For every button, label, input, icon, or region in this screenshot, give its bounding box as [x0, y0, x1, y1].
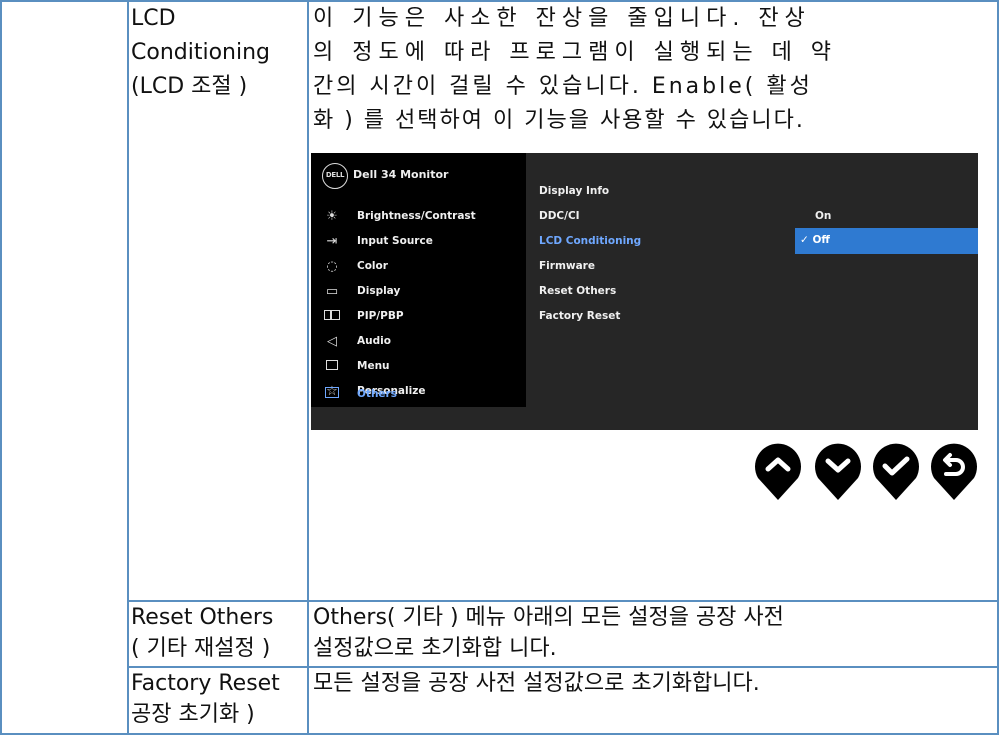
desc-line: 모든 설정을 공장 사전 설정값으로 초기화합니다.: [313, 671, 760, 696]
osd-menu-color[interactable]: ◌ Color: [311, 255, 526, 280]
label-line: (LCD 조절 ): [131, 74, 248, 99]
osd-sub-factory-reset[interactable]: Factory Reset: [539, 310, 620, 322]
confirm-button[interactable]: [870, 442, 922, 502]
chevron-down-icon: [815, 443, 861, 500]
desc-line: Others( 기타 ) 메뉴 아래의 모든 설정을 공장 사전: [313, 605, 784, 630]
osd-model-name: Dell 34 Monitor: [353, 168, 449, 181]
osd-menu-screenshot: DELL Dell 34 Monitor ☀ Brightness/Contra…: [311, 153, 978, 430]
menu-label: PIP/PBP: [357, 310, 404, 322]
table-bottom-border: [0, 733, 999, 735]
audio-speaker-icon: ◁: [327, 334, 337, 349]
brightness-icon: ☀: [326, 209, 338, 224]
osd-main-menu: DELL Dell 34 Monitor ☀ Brightness/Contra…: [311, 153, 526, 407]
label-line: 공장 초기화 ): [131, 702, 255, 727]
osd-menu-brightness[interactable]: ☀ Brightness/Contrast: [311, 205, 526, 230]
row-label-lcd-conditioning: LCD Conditioning (LCD 조절 ): [131, 2, 270, 104]
color-palette-icon: ◌: [326, 259, 338, 274]
row-label-factory-reset: Factory Reset 공장 초기화 ): [131, 668, 280, 730]
up-button[interactable]: [752, 442, 804, 502]
label-line: LCD: [131, 6, 176, 31]
menu-icon: [323, 358, 341, 376]
osd-header: DELL Dell 34 Monitor: [311, 153, 526, 200]
label-line: Conditioning: [131, 40, 271, 65]
menu-label: Audio: [357, 335, 391, 347]
desc-line: 화 ) 를 선택하여 이 기능을 사용할 수 있습니다.: [313, 108, 805, 133]
osd-sub-reset-others[interactable]: Reset Others: [539, 285, 616, 297]
input-source-icon: ⇥: [326, 234, 338, 249]
menu-label: Input Source: [357, 235, 433, 247]
osd-menu-menu[interactable]: Menu: [311, 355, 526, 380]
table-left-border: [0, 0, 2, 735]
display-monitor-icon: ▭: [325, 284, 339, 299]
osd-menu-others[interactable]: Others: [311, 383, 526, 408]
osd-menu-pip-pbp[interactable]: PIP/PBP: [311, 305, 526, 330]
down-button[interactable]: [812, 442, 864, 502]
selected-value-label: ✓ Off: [800, 234, 830, 246]
desc-line: 간의 시간이 걸릴 수 있습니다. Enable( 활성: [313, 74, 813, 99]
label-line: Factory Reset: [131, 671, 280, 696]
row-label-reset-others: Reset Others ( 기타 재설정 ): [131, 602, 273, 664]
menu-label: Display: [357, 285, 401, 297]
osd-sub-firmware[interactable]: Firmware: [539, 260, 595, 272]
lcd-conditioning-value-off[interactable]: ✓ Off: [795, 228, 978, 254]
osd-menu-display[interactable]: ▭ Display: [311, 280, 526, 305]
back-arrow-icon: [931, 443, 977, 500]
menu-label: Others: [357, 388, 397, 400]
desc-line: 의 정도에 따라 프로그램이 실행되는 데 약: [313, 40, 838, 65]
checkmark-icon: [873, 443, 919, 500]
column-divider-1: [127, 0, 129, 735]
pip-pbp-icon: [323, 308, 341, 326]
menu-label: Color: [357, 260, 388, 272]
label-line: ( 기타 재설정 ): [131, 636, 271, 661]
desc-line: 이 기능은 사소한 잔상을 줄입니다. 잔상: [313, 6, 811, 31]
label-line: Reset Others: [131, 605, 274, 630]
others-icon: [323, 386, 341, 404]
desc-line: 설정값으로 초기화합 니다.: [313, 636, 557, 661]
osd-menu-audio[interactable]: ◁ Audio: [311, 330, 526, 355]
dell-logo: DELL: [322, 163, 348, 189]
osd-sub-display-info[interactable]: Display Info: [539, 185, 609, 197]
osd-sub-lcd-conditioning[interactable]: LCD Conditioning: [539, 235, 641, 247]
menu-label: Menu: [357, 360, 390, 372]
column-divider-2: [307, 0, 309, 735]
osd-sub-ddc-ci[interactable]: DDC/CI: [539, 210, 580, 222]
menu-label: Brightness/Contrast: [357, 210, 476, 222]
ddc-ci-value-on[interactable]: On: [815, 210, 831, 222]
row-desc-lcd-conditioning: 이 기능은 사소한 잔상을 줄입니다. 잔상 의 정도에 따라 프로그램이 실행…: [313, 2, 837, 138]
back-button[interactable]: [928, 442, 980, 502]
row-desc-factory-reset: 모든 설정을 공장 사전 설정값으로 초기화합니다.: [313, 668, 760, 699]
row-desc-reset-others: Others( 기타 ) 메뉴 아래의 모든 설정을 공장 사전 설정값으로 초…: [313, 602, 784, 664]
chevron-up-icon: [755, 443, 801, 500]
osd-menu-input-source[interactable]: ⇥ Input Source: [311, 230, 526, 255]
